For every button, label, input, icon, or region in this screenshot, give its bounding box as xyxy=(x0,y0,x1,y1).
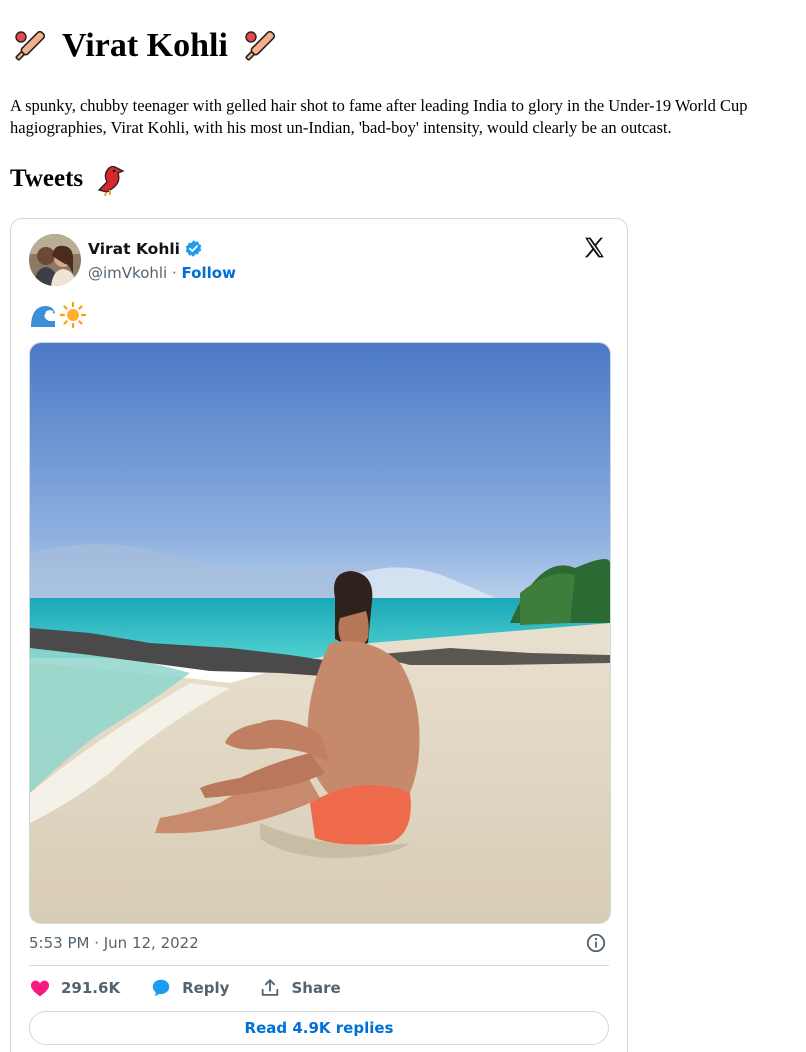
cricket-bat-icon xyxy=(245,30,276,61)
tweet-photo[interactable] xyxy=(29,342,611,924)
intro-line-1: A spunky, chubby teenager with gelled ha… xyxy=(10,96,748,115)
verified-badge-icon xyxy=(185,240,202,257)
reply-button[interactable]: Reply xyxy=(150,977,229,999)
author-name-text[interactable]: Virat Kohli xyxy=(88,240,180,258)
bird-icon xyxy=(97,165,125,196)
share-icon xyxy=(262,979,279,996)
share-label: Share xyxy=(291,979,341,997)
page-title-text: Virat Kohli xyxy=(62,27,228,64)
tweets-heading: Tweets xyxy=(10,162,127,196)
tweet-card[interactable]: Virat Kohli @imVkohli · Follow 5:53 PM ·… xyxy=(10,218,628,1052)
separator: · xyxy=(167,264,182,282)
author-handle[interactable]: @imVkohli xyxy=(88,264,167,282)
page-title: Virat Kohli xyxy=(10,26,280,66)
timestamp[interactable]: 5:53 PM · Jun 12, 2022 xyxy=(29,934,199,952)
like-button[interactable]: 291.6K xyxy=(29,977,120,999)
tweets-heading-text: Tweets xyxy=(10,165,84,192)
info-icon[interactable] xyxy=(585,932,607,954)
author-name[interactable]: Virat Kohli xyxy=(88,239,203,258)
intro-paragraph: A spunky, chubby teenager with gelled ha… xyxy=(10,95,747,139)
reply-label: Reply xyxy=(182,979,230,997)
x-logo-icon[interactable] xyxy=(582,235,607,260)
avatar[interactable] xyxy=(29,234,81,286)
action-bar: 291.6K Reply Share xyxy=(29,977,371,999)
read-replies-label[interactable]: Read 4.9K replies xyxy=(245,1019,394,1037)
wave-icon xyxy=(31,306,55,327)
intro-line-2: hagiographies, Virat Kohli, with his mos… xyxy=(10,118,672,137)
read-replies-button[interactable]: Read 4.9K replies xyxy=(29,1011,609,1045)
handle-row: @imVkohli · Follow xyxy=(88,264,236,282)
cricket-bat-icon xyxy=(15,30,46,61)
share-button[interactable]: Share xyxy=(259,977,341,999)
timestamp-row: 5:53 PM · Jun 12, 2022 xyxy=(29,932,607,954)
divider xyxy=(29,965,609,966)
reply-bubble-icon xyxy=(152,979,170,997)
heart-icon xyxy=(30,980,50,997)
sun-icon xyxy=(59,301,87,329)
tweet-text xyxy=(29,301,87,329)
follow-link[interactable]: Follow xyxy=(182,264,236,282)
page: Virat Kohli A spunky, chubby teenager wi… xyxy=(0,0,806,1052)
like-count: 291.6K xyxy=(61,979,121,997)
